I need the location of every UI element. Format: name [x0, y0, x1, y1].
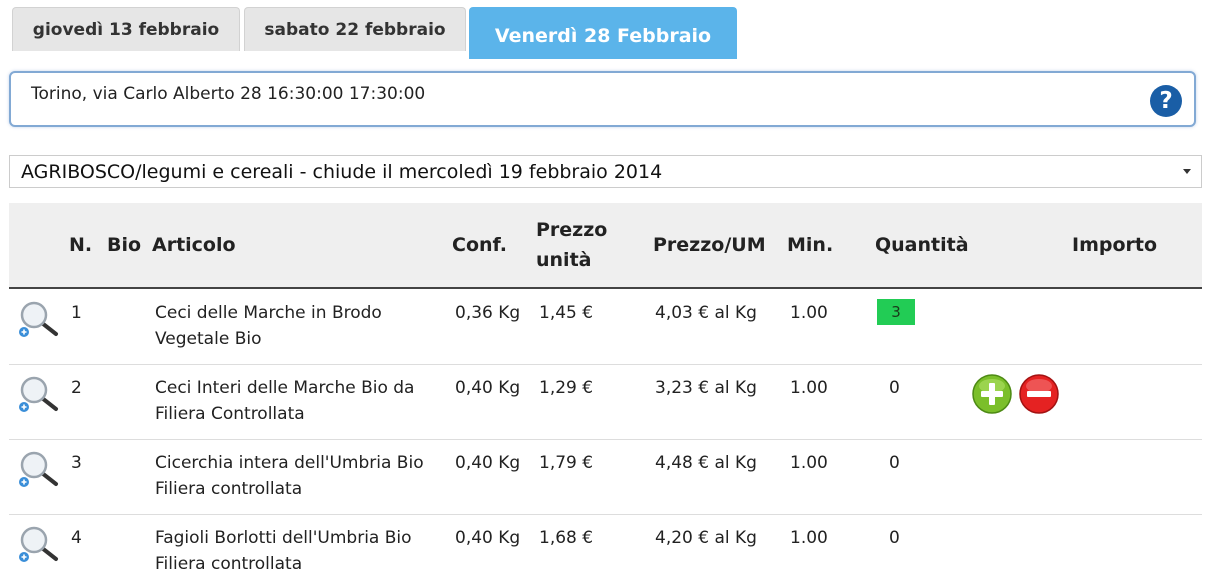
table-row: 1 Ceci delle Marche in Brodo Vegetale Bi…	[9, 290, 1202, 365]
row-conf: 0,36 Kg	[455, 303, 521, 323]
pickup-location-box: Torino, via Carlo Alberto 28 16:30:00 17…	[9, 71, 1196, 127]
row-number: 4	[71, 528, 82, 548]
header-bio: Bio	[107, 234, 142, 256]
row-number: 3	[71, 453, 82, 473]
header-articolo: Articolo	[152, 234, 236, 256]
chevron-down-icon	[1183, 169, 1191, 174]
header-conf: Conf.	[452, 234, 507, 256]
row-articolo-line1: Ceci delle Marche in Brodo	[155, 303, 382, 323]
row-prezzo-um: 4,48 € al Kg	[655, 453, 757, 473]
row-articolo-line1: Fagioli Borlotti dell'Umbria Bio	[155, 528, 412, 548]
table-row: 4 Fagioli Borlotti dell'Umbria Bio Filie…	[9, 515, 1202, 584]
table-row: 3 Cicerchia intera dell'Umbria Bio Filie…	[9, 440, 1202, 515]
row-min: 1.00	[790, 303, 828, 323]
row-prezzo-um: 3,23 € al Kg	[655, 378, 757, 398]
row-conf: 0,40 Kg	[455, 378, 521, 398]
header-quantita: Quantità	[875, 234, 969, 256]
pickup-location-text: Torino, via Carlo Alberto 28 16:30:00 17…	[31, 84, 426, 104]
magnifier-plus-icon[interactable]	[17, 448, 61, 492]
remove-circle-icon[interactable]	[1019, 374, 1059, 414]
tab-giovedi-13[interactable]: giovedì 13 febbraio	[12, 7, 240, 51]
row-quantita: 0	[889, 453, 900, 473]
magnifier-plus-icon[interactable]	[17, 373, 61, 417]
row-min: 1.00	[790, 528, 828, 548]
row-prezzo-um: 4,20 € al Kg	[655, 528, 757, 548]
supplier-select[interactable]: AGRIBOSCO/legumi e cereali - chiude il m…	[9, 155, 1202, 188]
row-articolo-line1: Ceci Interi delle Marche Bio da	[155, 378, 415, 398]
row-number: 2	[71, 378, 82, 398]
tab-sabato-22[interactable]: sabato 22 febbraio	[244, 7, 466, 51]
row-quantita-highlight[interactable]: 3	[877, 299, 915, 325]
header-prezzo-um: Prezzo/UM	[653, 234, 766, 256]
row-articolo-line2: Filiera controllata	[155, 479, 303, 499]
row-articolo-line2: Filiera Controllata	[155, 404, 305, 424]
row-prezzo: 1,29 €	[539, 378, 594, 398]
header-importo: Importo	[1072, 234, 1158, 256]
row-conf: 0,40 Kg	[455, 528, 521, 548]
row-articolo-line1: Cicerchia intera dell'Umbria Bio	[155, 453, 424, 473]
row-prezzo: 1,68 €	[539, 528, 594, 548]
row-articolo-line2: Filiera controllata	[155, 554, 303, 574]
magnifier-plus-icon[interactable]	[17, 523, 61, 567]
row-quantita: 0	[889, 528, 900, 548]
help-icon[interactable]: ?	[1150, 85, 1182, 117]
row-conf: 0,40 Kg	[455, 453, 521, 473]
magnifier-plus-icon[interactable]	[17, 298, 61, 342]
header-n: N.	[69, 234, 93, 256]
supplier-select-value: AGRIBOSCO/legumi e cereali - chiude il m…	[21, 160, 663, 183]
row-min: 1.00	[790, 453, 828, 473]
add-circle-icon[interactable]	[972, 374, 1012, 414]
row-articolo-line2: Vegetale Bio	[155, 329, 262, 349]
row-prezzo-um: 4,03 € al Kg	[655, 303, 757, 323]
header-min: Min.	[787, 234, 834, 256]
row-min: 1.00	[790, 378, 828, 398]
tab-venerdi-28-active[interactable]: Venerdì 28 Febbraio	[469, 7, 737, 59]
row-number: 1	[71, 303, 82, 323]
row-prezzo: 1,79 €	[539, 453, 594, 473]
table-row: 2 Ceci Interi delle Marche Bio da Filier…	[9, 365, 1202, 440]
row-quantita: 0	[889, 378, 900, 398]
products-table-header: N. Bio Articolo Conf. Prezzo unità Prezz…	[9, 203, 1202, 289]
header-prezzo-unita-line1: Prezzo	[536, 219, 608, 241]
row-prezzo: 1,45 €	[539, 303, 594, 323]
header-prezzo-unita-line2: unità	[536, 249, 592, 271]
